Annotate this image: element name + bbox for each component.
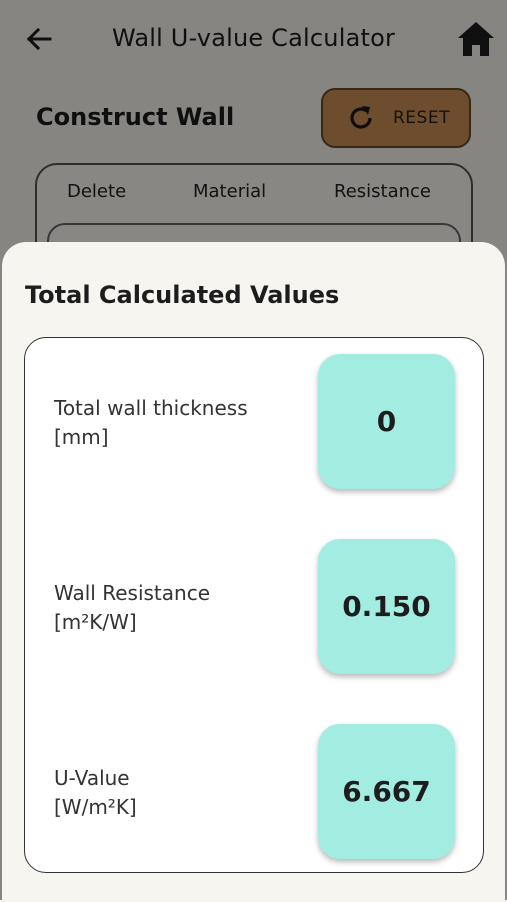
thickness-unit: [mm] xyxy=(54,425,109,449)
resistance-label-text: Wall Resistance xyxy=(54,581,210,605)
resistance-label: Wall Resistance [m²K/W] xyxy=(54,579,210,637)
results-card: Total wall thickness [mm] 0 Wall Resista… xyxy=(24,337,484,873)
thickness-value: 0 xyxy=(318,354,455,489)
sheet-title: Total Calculated Values xyxy=(25,281,340,309)
u-value-value: 6.667 xyxy=(318,724,455,859)
u-value-label: U-Value [W/m²K] xyxy=(54,764,137,822)
results-bottom-sheet: Total Calculated Values Total wall thick… xyxy=(2,242,505,902)
u-value-label-text: U-Value xyxy=(54,766,130,790)
resistance-value: 0.150 xyxy=(318,539,455,674)
u-value-unit: [W/m²K] xyxy=(54,795,137,819)
result-row-resistance: Wall Resistance [m²K/W] 0.150 xyxy=(25,539,483,675)
thickness-label-text: Total wall thickness xyxy=(54,396,248,420)
result-row-thickness: Total wall thickness [mm] 0 xyxy=(25,354,483,490)
result-row-u-value: U-Value [W/m²K] 6.667 xyxy=(25,724,483,860)
thickness-label: Total wall thickness [mm] xyxy=(54,394,248,452)
resistance-unit: [m²K/W] xyxy=(54,610,137,634)
